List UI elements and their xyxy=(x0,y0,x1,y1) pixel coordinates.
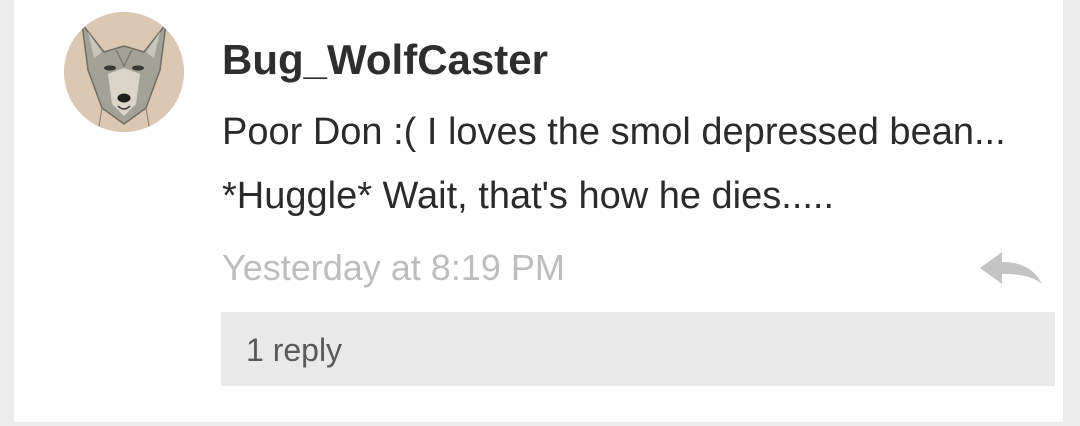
comment-text: Poor Don :( I loves the smol depressed b… xyxy=(222,111,1006,217)
replies-count-label: 1 reply xyxy=(246,332,343,368)
view-replies-button[interactable]: 1 reply xyxy=(221,312,1055,386)
reply-arrow-icon[interactable] xyxy=(976,246,1046,290)
comment-card: Bug_WolfCaster Poor Don :( I loves the s… xyxy=(14,0,1063,422)
wolf-avatar-icon xyxy=(64,12,184,132)
avatar[interactable] xyxy=(64,12,184,132)
comment-timestamp: Yesterday at 8:19 PM xyxy=(222,247,565,288)
comment-username[interactable]: Bug_WolfCaster xyxy=(222,34,548,86)
